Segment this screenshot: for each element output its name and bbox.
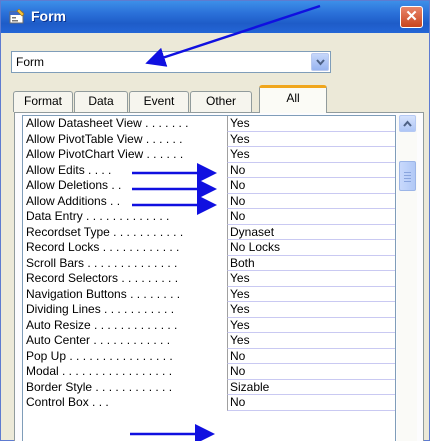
property-row[interactable]: Allow Datasheet View . . . . . . . Yes (23, 116, 395, 132)
property-row[interactable]: Allow Deletions . . No (23, 178, 395, 194)
object-selector-value: Form (16, 55, 44, 69)
property-row[interactable]: Auto Center . . . . . . . . . . . . Yes (23, 333, 395, 349)
property-value[interactable]: Yes (227, 317, 395, 333)
property-row[interactable]: Allow Edits . . . . No (23, 162, 395, 178)
property-row[interactable]: Pop Up . . . . . . . . . . . . . . . . No (23, 348, 395, 364)
property-row[interactable]: Allow PivotTable View . . . . . . Yes (23, 131, 395, 147)
property-value[interactable]: No (227, 395, 395, 411)
property-value[interactable]: No (227, 178, 395, 194)
property-row[interactable]: Control Box . . . No (23, 395, 395, 411)
tab-event-label: Event (143, 94, 175, 108)
property-value[interactable]: Both (227, 255, 395, 271)
chevron-up-icon (403, 120, 412, 127)
tab-all[interactable]: All (259, 85, 327, 113)
property-name: Navigation Buttons . . . . . . . . (26, 286, 181, 301)
property-name: Allow Edits . . . . (26, 162, 112, 177)
property-value[interactable]: Yes (227, 131, 395, 147)
chevron-down-icon (316, 59, 325, 66)
property-row[interactable]: Auto Resize . . . . . . . . . . . . . Yes (23, 317, 395, 333)
property-name: Dividing Lines . . . . . . . . . . . (26, 302, 175, 316)
property-name: Auto Resize . . . . . . . . . . . . . (26, 317, 178, 332)
property-row[interactable]: Allow PivotChart View . . . . . . Yes (23, 147, 395, 163)
dropdown-button[interactable] (311, 53, 329, 71)
property-name: Data Entry . . . . . . . . . . . . . (26, 209, 170, 223)
property-row[interactable]: Allow Additions . . No (23, 193, 395, 209)
property-value[interactable]: No (227, 193, 395, 209)
scroll-up-button[interactable] (399, 115, 416, 132)
property-row[interactable]: Dividing Lines . . . . . . . . . . . Yes (23, 302, 395, 318)
property-name: Allow PivotTable View . . . . . . (26, 131, 183, 146)
property-row[interactable]: Modal . . . . . . . . . . . . . . . . . N… (23, 364, 395, 380)
property-row[interactable]: Record Selectors . . . . . . . . . Yes (23, 271, 395, 287)
property-value[interactable]: No Locks (227, 240, 395, 256)
grip-line (404, 175, 411, 176)
title-bar[interactable]: Form ✕ (1, 1, 429, 33)
window-title: Form (31, 8, 66, 24)
property-name: Allow PivotChart View . . . . . . (26, 147, 184, 161)
grip-line (404, 178, 411, 179)
tab-other[interactable]: Other (190, 91, 252, 112)
grip-line (404, 172, 411, 173)
tab-other-label: Other (205, 94, 236, 108)
close-icon: ✕ (405, 8, 418, 25)
property-name: Control Box . . . (26, 395, 109, 409)
property-value[interactable]: Dynaset (227, 224, 395, 240)
property-value[interactable]: Sizable (227, 379, 395, 395)
property-value[interactable]: Yes (227, 147, 395, 163)
property-row[interactable]: Data Entry . . . . . . . . . . . . . No (23, 209, 395, 225)
property-value[interactable]: No (227, 209, 395, 225)
property-name: Modal . . . . . . . . . . . . . . . . . (26, 364, 173, 378)
tab-all-label: All (286, 91, 300, 105)
scroll-thumb[interactable] (399, 161, 416, 191)
property-value[interactable]: No (227, 364, 395, 380)
property-sheet-window: Form ✕ Form Format Data Event Other All … (0, 0, 430, 441)
property-name: Allow Datasheet View . . . . . . . (26, 116, 189, 130)
object-selector-dropdown[interactable]: Form (11, 51, 331, 73)
property-value[interactable]: No (227, 348, 395, 364)
tab-data[interactable]: Data (74, 91, 128, 112)
property-row[interactable]: Border Style . . . . . . . . . . . . Siza… (23, 379, 395, 395)
property-name: Recordset Type . . . . . . . . . . . (26, 224, 184, 239)
property-grid: Allow Datasheet View . . . . . . . Yes Al… (22, 115, 396, 441)
property-value[interactable]: Yes (227, 286, 395, 302)
tab-data-label: Data (88, 94, 114, 108)
property-value[interactable]: Yes (227, 271, 395, 287)
property-name: Border Style . . . . . . . . . . . . (26, 379, 173, 394)
property-row[interactable]: Recordset Type . . . . . . . . . . . Dyna… (23, 224, 395, 240)
tab-format-label: Format (23, 94, 62, 108)
property-row[interactable]: Navigation Buttons . . . . . . . . Yes (23, 286, 395, 302)
property-name: Auto Center . . . . . . . . . . . . (26, 333, 171, 347)
property-row[interactable]: Scroll Bars . . . . . . . . . . . . . . B… (23, 255, 395, 271)
vertical-scrollbar[interactable] (397, 115, 417, 441)
property-value[interactable]: Yes (227, 116, 395, 132)
property-name: Scroll Bars . . . . . . . . . . . . . . (26, 255, 178, 270)
property-name: Record Selectors . . . . . . . . . (26, 271, 179, 285)
properties-icon (9, 9, 25, 24)
grip-line (404, 181, 411, 182)
tab-event[interactable]: Event (129, 91, 189, 112)
property-row[interactable]: Record Locks . . . . . . . . . . . . No L… (23, 240, 395, 256)
property-value[interactable]: No (227, 162, 395, 178)
property-name: Allow Additions . . (26, 193, 121, 208)
property-value[interactable]: Yes (227, 333, 395, 349)
property-name: Allow Deletions . . (26, 178, 122, 192)
property-name: Pop Up . . . . . . . . . . . . . . . . (26, 348, 173, 363)
tab-panel: Allow Datasheet View . . . . . . . Yes Al… (14, 112, 424, 441)
close-button[interactable]: ✕ (400, 6, 423, 28)
property-value[interactable]: Yes (227, 302, 395, 318)
property-name: Record Locks . . . . . . . . . . . . (26, 240, 180, 254)
tab-format[interactable]: Format (13, 91, 73, 112)
